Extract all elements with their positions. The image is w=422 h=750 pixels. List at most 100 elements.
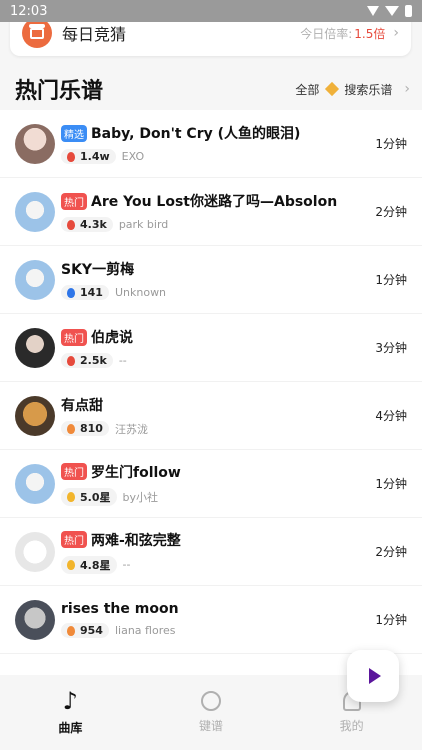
chevron-right-icon: ›: [393, 25, 399, 41]
song-title-line: SKY一剪梅: [61, 259, 367, 279]
tab-label: 曲库: [58, 721, 83, 735]
song-row[interactable]: 热门 Are You Lost你迷路了吗—Absolon 4.3k park bird…: [0, 178, 422, 246]
daily-quiz-title: 每日竞猜: [62, 25, 127, 44]
tab-曲库[interactable]: ♪ 曲库: [0, 675, 141, 750]
song-stat-pill: 4.3k: [61, 217, 113, 232]
play-icon: [368, 668, 381, 684]
song-stat-value: 4.3k: [80, 218, 107, 231]
gift-icon: [22, 18, 52, 48]
song-meta: 热门 罗生门follow 5.0星 by小社: [61, 462, 367, 506]
song-duration: 2分钟: [375, 205, 407, 219]
song-avatar: [15, 259, 55, 300]
song-avatar: [15, 123, 55, 164]
song-sub-line: 1.4w EXO: [61, 149, 367, 164]
song-stat-pill: 1.4w: [61, 149, 116, 164]
song-avatar: [15, 191, 55, 232]
thumb-icon: [67, 559, 75, 570]
song-title: rises the moon: [61, 601, 179, 617]
song-row[interactable]: 精选 Baby, Don't Cry (人鱼的眼泪) 1.4w EXO 1分钟: [0, 110, 422, 178]
song-stat-value: 5.0星: [80, 490, 111, 504]
song-title-line: 热门 两难-和弦完整: [61, 530, 367, 550]
signal-icon: [385, 6, 399, 16]
song-meta: 热门 Are You Lost你迷路了吗—Absolon 4.3k park bird: [61, 191, 367, 232]
keyboard-icon: [201, 691, 221, 711]
song-stat-pill: 954: [61, 623, 109, 638]
all-link[interactable]: 全部: [295, 81, 319, 98]
song-title: SKY一剪梅: [61, 262, 135, 278]
song-row[interactable]: SKY一剪梅 141 Unknown 1分钟: [0, 246, 422, 314]
section-title: 热门乐谱: [15, 79, 104, 104]
song-artist: park bird: [118, 218, 169, 231]
song-meta: SKY一剪梅 141 Unknown: [61, 259, 367, 300]
song-duration: 4分钟: [375, 409, 407, 423]
search-score-icon: [325, 81, 340, 97]
song-row[interactable]: rises the moon 954 liana flores 1分钟: [0, 586, 422, 654]
song-avatar: [15, 599, 55, 640]
chevron-right-icon: ›: [404, 81, 410, 97]
song-tag-badge: 热门: [61, 463, 87, 480]
song-tag-badge: 热门: [61, 531, 87, 548]
song-row[interactable]: 热门 罗生门follow 5.0星 by小社 1分钟: [0, 450, 422, 518]
song-duration: 1分钟: [375, 477, 407, 491]
fire-icon: [67, 355, 75, 366]
song-title-line: rises the moon: [61, 601, 367, 617]
song-avatar: [15, 463, 55, 504]
song-row[interactable]: 热门 伯虎说 2.5k -- 3分钟: [0, 314, 422, 382]
play-button[interactable]: [347, 650, 399, 702]
rate-label: 今日倍率:: [300, 26, 353, 41]
song-artist: Unknown: [114, 286, 167, 299]
song-stat-value: 1.4w: [80, 150, 110, 163]
song-sub-line: 2.5k --: [61, 353, 367, 368]
fire-icon: [67, 151, 75, 162]
tab-键谱[interactable]: 键谱: [141, 675, 282, 750]
song-title-line: 精选 Baby, Don't Cry (人鱼的眼泪): [61, 123, 367, 143]
song-stat-value: 4.8星: [80, 558, 111, 572]
song-stat-pill: 2.5k: [61, 353, 113, 368]
song-stat-pill: 5.0星: [61, 487, 117, 506]
song-artist: by小社: [122, 490, 159, 504]
song-stat-value: 141: [80, 286, 103, 299]
song-stat-pill: 810: [61, 421, 109, 436]
song-row[interactable]: 热门 两难-和弦完整 4.8星 -- 2分钟: [0, 518, 422, 586]
song-title: 罗生门follow: [91, 464, 181, 481]
song-stat-pill: 141: [61, 285, 109, 300]
song-meta: 热门 伯虎说 2.5k --: [61, 327, 367, 368]
song-title: 有点甜: [61, 397, 103, 414]
song-title-line: 热门 罗生门follow: [61, 462, 367, 482]
song-sub-line: 4.8星 --: [61, 555, 367, 574]
song-sub-line: 810 汪苏泷: [61, 421, 367, 437]
song-artist: --: [122, 558, 131, 571]
song-stat-pill: 4.8星: [61, 555, 117, 574]
fire-icon: [67, 625, 75, 636]
song-title-line: 有点甜: [61, 395, 367, 415]
song-duration: 2分钟: [375, 545, 407, 559]
status-bar: 12:03: [0, 0, 422, 22]
song-duration: 3分钟: [375, 341, 407, 355]
song-avatar: [15, 531, 55, 572]
search-link[interactable]: 搜索乐谱: [344, 81, 392, 98]
song-list: 精选 Baby, Don't Cry (人鱼的眼泪) 1.4w EXO 1分钟 热门 Are…: [0, 110, 422, 675]
tab-label: 我的: [339, 719, 364, 733]
music-note-icon: ♪: [62, 687, 78, 715]
song-stat-value: 954: [80, 624, 103, 637]
section-header: 热门乐谱 全部 搜索乐谱 ›: [15, 73, 410, 105]
song-meta: 有点甜 810 汪苏泷: [61, 395, 367, 437]
song-title: Are You Lost你迷路了吗—Absolon: [91, 194, 338, 210]
song-title-line: 热门 Are You Lost你迷路了吗—Absolon: [61, 191, 367, 211]
song-meta: 热门 两难-和弦完整 4.8星 --: [61, 530, 367, 574]
drop-icon: [67, 287, 75, 298]
song-duration: 1分钟: [375, 613, 407, 627]
status-time: 12:03: [10, 3, 48, 19]
song-stat-value: 810: [80, 422, 103, 435]
section-links: 全部 搜索乐谱 ›: [295, 81, 410, 98]
battery-icon: [405, 5, 412, 17]
rate-value: 1.5倍: [354, 26, 386, 41]
song-tag-badge: 热门: [61, 328, 87, 346]
song-artist: --: [118, 354, 127, 367]
thumb-icon: [67, 491, 75, 502]
song-tag-badge: 热门: [61, 192, 87, 210]
song-artist: 汪苏泷: [114, 422, 148, 436]
song-row[interactable]: 有点甜 810 汪苏泷 4分钟: [0, 382, 422, 450]
song-duration: 1分钟: [375, 273, 407, 287]
song-title: 两难-和弦完整: [91, 532, 181, 549]
